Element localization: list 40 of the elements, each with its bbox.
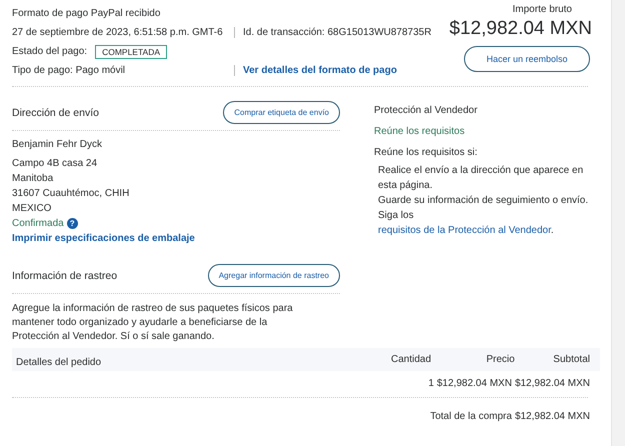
- address-line: MEXICO: [12, 202, 52, 216]
- column-header: Cantidad: [391, 354, 432, 365]
- address-line: 31607 Cuauhtémoc, CHIH: [12, 187, 130, 201]
- column-header: Subtotal: [552, 354, 590, 365]
- total-amount: $12,982.04 MXN: [514, 410, 590, 424]
- section-title: Información de rastreo: [12, 270, 118, 282]
- help-icon[interactable]: ?: [66, 218, 78, 229]
- requirement-text: Siga los requisitos de la Protección al Vendedor.: [378, 209, 555, 238]
- transaction-id: Id. de transacción: 68G15013WU878735R: [243, 27, 432, 38]
- table-cell: $12,982.04 MXN: [514, 377, 590, 391]
- gross-amount: $12,982.04 MXN: [449, 18, 592, 40]
- page-title: Formato de pago PayPal recibido: [12, 8, 160, 19]
- status-label: Estado del pago:: [12, 46, 88, 57]
- table-cell: 1: [428, 377, 434, 391]
- column-header: Detalles del pedido: [15, 356, 102, 368]
- gross-label: Importe bruto: [512, 4, 572, 15]
- address-line: Manitoba: [12, 172, 54, 186]
- details-link[interactable]: Ver detalles del formato de pago: [243, 65, 397, 76]
- confirmation-status: Confirmada: [12, 217, 64, 231]
- refund-button[interactable]: Hacer un reembolso: [464, 46, 590, 72]
- address-line: Campo 4B casa 24: [12, 157, 98, 171]
- section-title: Dirección de envío: [12, 106, 99, 118]
- add-tracking-button[interactable]: Agregar información de rastreo: [208, 264, 340, 287]
- protection-status: Reúne los requisitos: [374, 125, 466, 139]
- protection-title: Protección al Vendedor: [374, 104, 478, 118]
- payment-type: Tipo de pago: Pago móvil: [12, 65, 126, 76]
- scrollbar-track[interactable]: [611, 0, 625, 446]
- shipping-label-button[interactable]: Comprar etiqueta de envío: [223, 101, 340, 124]
- status-badge: COMPLETADA: [95, 44, 167, 58]
- table-cell: $12,982.04 MXN: [436, 377, 512, 391]
- requirements-intro: Reúne los requisitos si:: [374, 146, 478, 160]
- print-link[interactable]: Imprimir especificaciones de embalaje: [12, 231, 340, 246]
- protection-link[interactable]: requisitos de la Protección al Vendedor: [378, 225, 551, 236]
- requirement-text: Guarde su información de seguimiento o envío.: [378, 194, 590, 208]
- payment-date: 27 de septiembre de 2023, 6:51:58 p.m. GMT-6: [12, 27, 224, 38]
- total-label: Total de la compra: [430, 410, 512, 424]
- requirement-text: Realice el envío a la dirección que aparece en esta página.: [378, 164, 584, 193]
- recipient-name: Benjamin Fehr Dyck: [12, 138, 104, 152]
- tracking-description: Agregue la información de rastreo de sus paquetes físicos para mantener todo organizado y ayudarle a beneficiarse de la Protección al Vendedor. Sí o sí sale ganando.: [12, 302, 294, 344]
- column-header: Precio: [485, 354, 516, 365]
